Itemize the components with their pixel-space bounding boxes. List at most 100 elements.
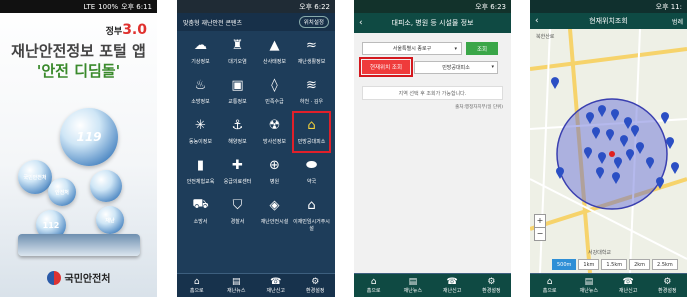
house-icon: ⌂	[307, 197, 316, 213]
facility-select[interactable]: 민방공대피소 ▾	[414, 60, 498, 74]
grid-item-radiation[interactable]: ☢ 방사선정보	[256, 112, 293, 152]
nav-item-news[interactable]: ▤ 재난뉴스	[569, 274, 608, 297]
grid-item-ambulance[interactable]: ✚ 응급의료센터	[219, 152, 256, 192]
nav-item-gear[interactable]: ⚙ 환경설정	[296, 274, 336, 297]
facility-pin-icon[interactable]	[661, 112, 669, 124]
nav-item-phone[interactable]: ☎ 재난신고	[256, 274, 296, 297]
facility-pin-icon[interactable]	[551, 77, 559, 89]
app-subtitle: '안전 디딤돌'	[36, 62, 121, 80]
distance-option[interactable]: 2.5km	[652, 259, 678, 270]
radiation-icon: ☢	[268, 117, 281, 133]
carrier-label: LTE	[83, 2, 96, 11]
region-select[interactable]: 서울특별시 종로구 ▾	[362, 42, 462, 55]
nav-item-phone[interactable]: ☎ 재난신고	[609, 274, 648, 297]
grid-item-fire[interactable]: ♨ 소방정보	[182, 72, 219, 112]
chevron-down-icon: ▾	[454, 45, 457, 52]
distance-option[interactable]: 2km	[629, 259, 651, 270]
grid-item-house[interactable]: ⌂ 이재민임시거주시설	[293, 192, 330, 233]
status-bar: 오후 6:23	[354, 0, 511, 13]
gear-icon: ⚙	[311, 277, 320, 287]
distance-option[interactable]: 1km	[578, 259, 600, 270]
gear-icon: ⚙	[487, 277, 496, 287]
grid-item-pill[interactable]: ⬬ 약국	[293, 152, 330, 192]
nav-item-label: 재난뉴스	[227, 288, 246, 294]
grid-item-label: 소방정보	[191, 99, 210, 105]
shelter-icon: ⌂	[307, 117, 316, 133]
current-location-marker	[609, 151, 615, 157]
nav-item-news[interactable]: ▤ 재난뉴스	[217, 274, 257, 297]
grid-item-police[interactable]: ⛉ 경찰서	[219, 192, 256, 232]
search-button[interactable]: 조회	[466, 42, 498, 55]
drop-ministry: 국민안전처	[18, 160, 52, 194]
nav-item-label: 환경설정	[658, 288, 677, 294]
app-title: 재난안전정보 포털 앱	[11, 42, 146, 60]
grid-item-shield[interactable]: ◈ 재난안전시설	[256, 192, 293, 232]
phone-icon: ☎	[446, 277, 458, 287]
header-title: 대피소, 병원 등 시설물 정보	[391, 19, 474, 27]
nav-item-label: 홈으로	[189, 288, 204, 294]
nav-item-label: 홈으로	[366, 288, 381, 294]
ambulance-icon: ✚	[232, 157, 243, 173]
status-bar: 오후 11:	[530, 0, 687, 13]
grid-item-label: 방사선정보	[262, 139, 286, 145]
nav-item-gear[interactable]: ⚙ 환경설정	[648, 274, 687, 297]
facility-header: ‹ 대피소, 병원 등 시설물 정보	[354, 13, 511, 33]
grid-item-mountain[interactable]: ▲ 산사태정보	[256, 32, 293, 72]
drop-119: 119	[60, 108, 118, 166]
zoom-out-button[interactable]: −	[535, 227, 545, 240]
grid-item-firetruck[interactable]: ⛟ 소방서	[182, 192, 219, 232]
nav-item-label: 재난신고	[618, 288, 638, 294]
firetruck-icon: ⛟	[192, 196, 209, 212]
phone-icon: ☎	[270, 277, 282, 287]
zoom-in-button[interactable]: +	[535, 215, 545, 227]
bottom-nav: ⌂ 홈으로 ▤ 재난뉴스 ☎ 재난신고 ⚙ 환경설정	[530, 273, 687, 297]
nav-item-label: 재난뉴스	[403, 288, 423, 294]
grid-item-ship[interactable]: ⚓ 해양정보	[219, 112, 256, 152]
distance-option[interactable]: 500m	[552, 259, 577, 270]
gear-icon: ⚙	[663, 277, 672, 287]
grid-item-label: 교통정보	[228, 99, 247, 105]
news-icon: ▤	[584, 277, 594, 287]
nav-item-phone[interactable]: ☎ 재난신고	[433, 274, 472, 297]
grid-item-bus[interactable]: ▣ 교통정보	[219, 72, 256, 112]
grid-item-snowflake[interactable]: ✳ 동농이정보	[182, 112, 219, 152]
grid-item-wave[interactable]: ≈ 재난생활정보	[293, 32, 330, 72]
grid-item-label: 산사태정보	[262, 59, 286, 65]
hospital-icon: ⊕	[269, 157, 280, 173]
nav-item-gear[interactable]: ⚙ 환경설정	[472, 274, 511, 297]
grid-item-bars[interactable]: ▮ 안전체험교육	[182, 152, 219, 192]
bottom-nav: ⌂ 홈으로 ▤ 재난뉴스 ☎ 재난신고 ⚙ 환경설정	[177, 273, 335, 297]
nav-item-label: 재난신고	[442, 288, 462, 294]
grid-item-label: 기상정보	[191, 59, 210, 65]
map-canvas[interactable]	[530, 29, 687, 273]
grid-item-cloud[interactable]: ☁ 기상정보	[182, 32, 219, 72]
nav-item-home[interactable]: ⌂ 홈으로	[530, 274, 569, 297]
grid-item-drop[interactable]: ◊ 민족수급	[256, 72, 293, 112]
logo-text: 국민안전처	[64, 274, 111, 285]
pill-icon: ⬬	[305, 157, 318, 173]
grid-item-river[interactable]: ≋ 하천 · 김우	[293, 72, 330, 112]
grid-item-hospital[interactable]: ⊕ 병원	[256, 152, 293, 192]
current-location-button[interactable]: 현재위치 조회	[359, 57, 413, 77]
distance-option[interactable]: 1.5km	[601, 259, 628, 270]
grid-item-label: 해양정보	[228, 139, 247, 145]
nav-item-home[interactable]: ⌂ 홈으로	[354, 274, 393, 297]
legend-button[interactable]: 범례	[672, 17, 683, 26]
back-icon[interactable]: ‹	[359, 18, 363, 28]
nav-item-label: 홈으로	[542, 288, 557, 294]
grid-item-shelter[interactable]: ⌂ 민방공대피소	[292, 111, 331, 153]
map-view[interactable]: 북한산로 서강대학교 + − 500m 1km 1.5km 2km 2.5km	[530, 29, 687, 273]
nav-item-news[interactable]: ▤ 재난뉴스	[393, 274, 432, 297]
grid-item-label: 응급의료센터	[223, 179, 252, 185]
grid-item-factory[interactable]: ♜ 대기오염	[219, 32, 256, 72]
content-grid: ☁ 기상정보 ♜ 대기오염 ▲ 산사태정보 ≈ 재난생활정보 ♨ 소방정보 ▣ 교통정보 ◊ 민족수급 ≋ 하…	[182, 32, 331, 233]
grid-item-label: 약국	[306, 179, 317, 185]
nav-item-home[interactable]: ⌂ 홈으로	[177, 274, 217, 297]
grid-item-label: 소방서	[193, 219, 208, 225]
distance-selector: 500m 1km 1.5km 2km 2.5km	[552, 259, 678, 270]
wave-icon: ≈	[306, 37, 317, 53]
facility-pin-icon[interactable]	[671, 162, 679, 174]
back-icon[interactable]: ‹	[535, 16, 539, 26]
location-setting-button[interactable]: 위치설정	[298, 16, 329, 28]
source-label: 출처:행정자치부(일 단위)	[455, 105, 503, 110]
